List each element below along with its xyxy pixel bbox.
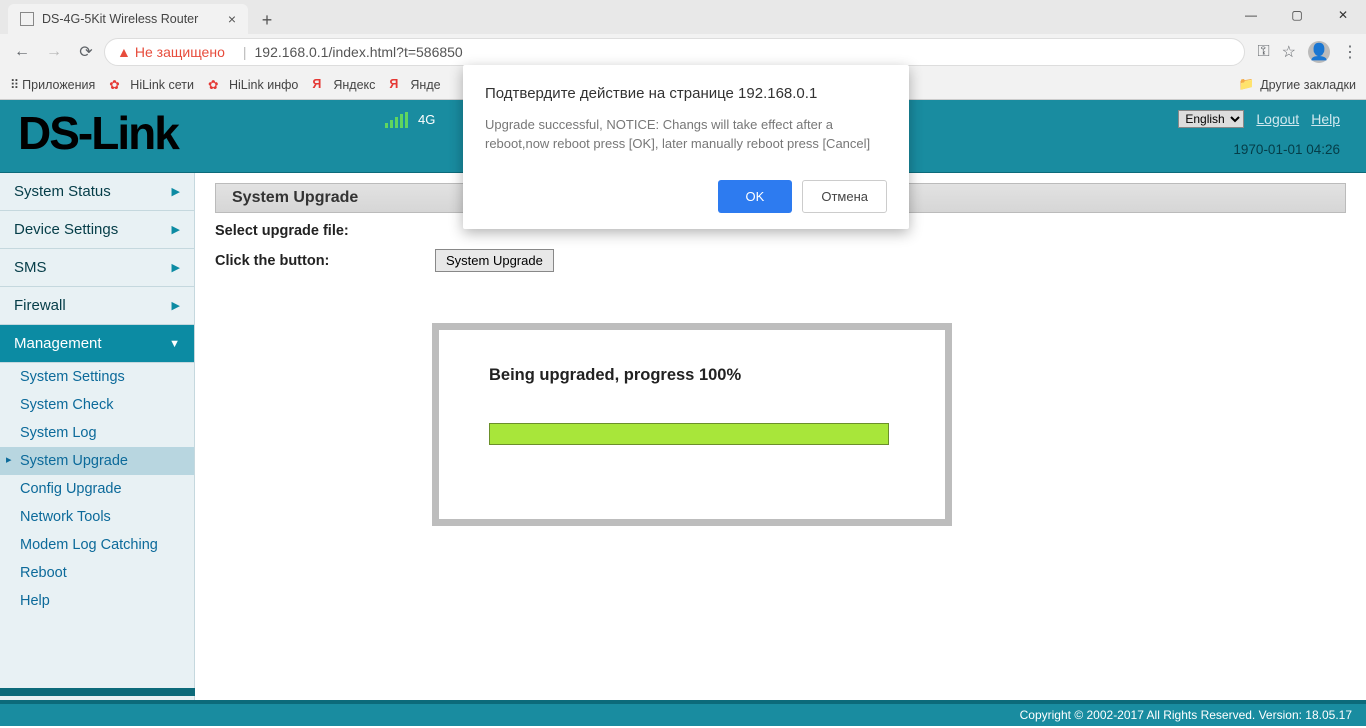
chevron-down-icon: ▼ (169, 338, 180, 350)
back-button[interactable]: ← (8, 38, 36, 66)
sidebar-bottom-strip (0, 688, 195, 696)
sidebar-item-device-settings[interactable]: Device Settings ▶ (0, 211, 194, 249)
sidebar-label: Device Settings (14, 221, 118, 238)
signal-icon (385, 112, 408, 128)
top-links: English Logout Help (1178, 110, 1340, 128)
tab-title: DS-4G-5Kit Wireless Router (42, 12, 198, 26)
chevron-right-icon: ▶ (172, 299, 180, 312)
ok-button[interactable]: OK (718, 180, 793, 213)
progress-text: Being upgraded, progress 100% (489, 366, 895, 385)
subitem-system-settings[interactable]: System Settings (0, 363, 194, 391)
sidebar-label: SMS (14, 259, 47, 276)
chevron-right-icon: ▶ (172, 261, 180, 274)
click-button-row: Click the button: System Upgrade (215, 249, 1346, 272)
sidebar-item-sms[interactable]: SMS ▶ (0, 249, 194, 287)
chevron-right-icon: ▶ (172, 185, 180, 198)
footer-text: Copyright © 2002-2017 All Rights Reserve… (1020, 708, 1352, 722)
select-file-label: Select upgrade file: (215, 223, 435, 239)
browser-tab[interactable]: DS-4G-5Kit Wireless Router × (8, 4, 248, 34)
subitem-system-log[interactable]: System Log (0, 419, 194, 447)
other-bookmarks-label: Другие закладки (1260, 78, 1356, 92)
menu-icon[interactable]: ⋮ (1342, 42, 1358, 62)
subitem-system-check[interactable]: System Check (0, 391, 194, 419)
yandex-icon: Я (312, 77, 328, 93)
tab-row: DS-4G-5Kit Wireless Router × + ― ▢ ✕ (0, 0, 1366, 34)
bookmark-label: Янде (410, 78, 440, 92)
chevron-right-icon: ▶ (172, 223, 180, 236)
apps-label: Приложения (22, 78, 95, 92)
progress-bar (489, 423, 889, 445)
cancel-button[interactable]: Отмена (802, 180, 887, 213)
profile-icon[interactable]: 👤 (1308, 41, 1330, 63)
close-window-button[interactable]: ✕ (1320, 0, 1366, 30)
logout-link[interactable]: Logout (1256, 111, 1299, 127)
language-select[interactable]: English (1178, 110, 1244, 128)
insecure-warning: ▲ Не защищено (117, 44, 225, 60)
bookmark-item[interactable]: Я Янде (389, 77, 440, 93)
progress-inner: Being upgraded, progress 100% (439, 330, 945, 519)
bookmark-label: HiLink сети (130, 78, 194, 92)
forward-button[interactable]: → (40, 38, 68, 66)
subitem-system-upgrade[interactable]: System Upgrade (0, 447, 194, 475)
progress-modal: Being upgraded, progress 100% (432, 323, 952, 526)
key-icon[interactable]: ⚿ (1257, 43, 1269, 61)
subitem-help[interactable]: Help (0, 587, 194, 615)
yandex-icon: Я (389, 77, 405, 93)
sidebar-item-management[interactable]: Management ▼ (0, 325, 194, 363)
minimize-button[interactable]: ― (1228, 0, 1274, 30)
sidebar: System Status ▶ Device Settings ▶ SMS ▶ Fir… (0, 173, 195, 726)
apps-button[interactable]: ⠿ Приложения (10, 77, 95, 92)
apps-icon: ⠿ (10, 77, 17, 92)
bookmark-label: Яндекс (333, 78, 375, 92)
address-bar[interactable]: ▲ Не защищено | 192.168.0.1/index.html?t… (104, 38, 1245, 66)
huawei-icon: ✿ (208, 77, 224, 93)
dialog-title: Подтвердите действие на странице 192.168… (485, 85, 887, 102)
subitem-reboot[interactable]: Reboot (0, 559, 194, 587)
maximize-button[interactable]: ▢ (1274, 0, 1320, 30)
wireless-mode: 4G (418, 112, 435, 127)
system-upgrade-button[interactable]: System Upgrade (435, 249, 554, 272)
folder-icon: 📁 (1239, 77, 1255, 92)
tab-close-icon[interactable]: × (228, 11, 236, 27)
subitem-modem-log-catching[interactable]: Modem Log Catching (0, 531, 194, 559)
bookmark-item[interactable]: Я Яндекс (312, 77, 375, 93)
subitem-config-upgrade[interactable]: Config Upgrade (0, 475, 194, 503)
help-link[interactable]: Help (1311, 111, 1340, 127)
huawei-icon: ✿ (109, 77, 125, 93)
click-button-label: Click the button: (215, 253, 435, 269)
star-icon[interactable]: ☆ (1282, 42, 1296, 62)
new-tab-button[interactable]: + (254, 7, 280, 33)
datetime: 1970-01-01 04:26 (1233, 142, 1340, 157)
sidebar-subitems: System Settings System Check System Log … (0, 363, 194, 615)
window-controls: ― ▢ ✕ (1228, 0, 1366, 30)
bookmark-item[interactable]: ✿ HiLink сети (109, 77, 194, 93)
addr-right-icons: ⚿ ☆ 👤 ⋮ (1257, 41, 1358, 63)
reload-button[interactable]: ⟳ (72, 38, 100, 66)
separator: | (243, 44, 247, 60)
url-text: 192.168.0.1/index.html?t=586850 (255, 44, 463, 60)
subitem-network-tools[interactable]: Network Tools (0, 503, 194, 531)
page-icon (20, 12, 34, 26)
sidebar-label: System Status (14, 183, 111, 200)
sidebar-item-system-status[interactable]: System Status ▶ (0, 173, 194, 211)
sidebar-item-firewall[interactable]: Firewall ▶ (0, 287, 194, 325)
bookmark-label: HiLink инфо (229, 78, 298, 92)
dialog-buttons: OK Отмена (485, 180, 887, 213)
insecure-label: Не защищено (135, 44, 225, 60)
other-bookmarks[interactable]: 📁 Другие закладки (1239, 77, 1356, 92)
sidebar-label: Firewall (14, 297, 66, 314)
sidebar-label: Management (14, 335, 102, 352)
confirm-dialog: Подтвердите действие на странице 192.168… (463, 65, 909, 229)
dialog-body: Upgrade successful, NOTICE: Changs will … (485, 116, 887, 154)
footer: Copyright © 2002-2017 All Rights Reserve… (0, 700, 1366, 726)
bookmark-item[interactable]: ✿ HiLink инфо (208, 77, 298, 93)
warning-icon: ▲ (117, 44, 131, 60)
logo: DS-Link (18, 106, 178, 160)
